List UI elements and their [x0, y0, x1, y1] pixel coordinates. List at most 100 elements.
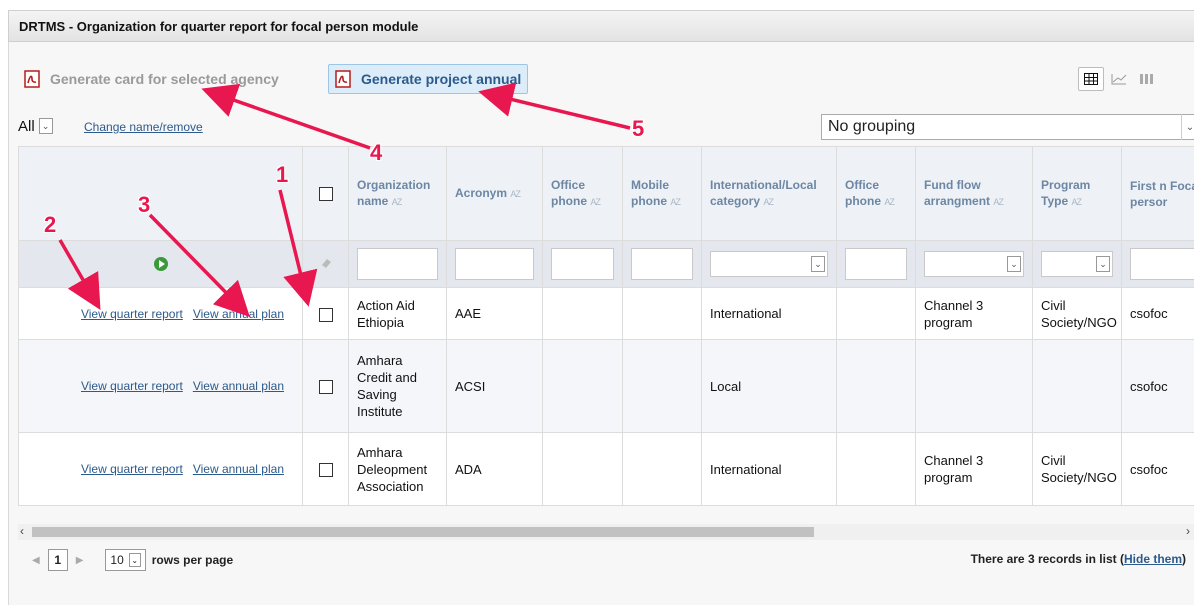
- row-checkbox[interactable]: [318, 463, 333, 478]
- filter-input[interactable]: [551, 248, 614, 280]
- view-quarter-report-link[interactable]: View quarter report: [81, 379, 183, 393]
- column-header[interactable]: Office phone AZ: [542, 146, 623, 241]
- cell-first-name: csofoc: [1121, 432, 1194, 506]
- view-annual-plan-link[interactable]: View annual plan: [193, 462, 284, 476]
- cell-office-phone: [836, 287, 916, 340]
- cell-mobile-phone: [622, 287, 702, 340]
- chevron-down-icon: ⌄: [1096, 256, 1110, 272]
- sort-icon: AZ: [884, 197, 894, 207]
- filter-input[interactable]: [631, 248, 693, 280]
- cell-acronym: AAE: [446, 287, 543, 340]
- view-select[interactable]: All ⌄: [18, 114, 53, 138]
- filter-bar: All ⌄ Change name/remove No grouping ⌄: [18, 114, 1194, 140]
- current-page-input[interactable]: 1: [47, 549, 68, 571]
- cell-acronym: ADA: [446, 432, 543, 506]
- view-quarter-report-link[interactable]: View quarter report: [81, 462, 183, 476]
- grouping-select[interactable]: No grouping ⌄: [821, 114, 1194, 140]
- cell-fund-flow: [915, 339, 1033, 433]
- filter-select[interactable]: ⌄: [1041, 251, 1113, 277]
- generate-card-button[interactable]: Generate card for selected agency: [18, 64, 285, 94]
- column-header[interactable]: Fund flow arrangment AZ: [915, 146, 1033, 241]
- apply-filter-icon[interactable]: [153, 257, 168, 272]
- cell-organization-name: Action Aid Ethiopia: [348, 287, 447, 340]
- horizontal-scrollbar[interactable]: ‹ ›: [18, 524, 1194, 540]
- columns-view-icon[interactable]: [1134, 67, 1160, 91]
- cell-mobile-phone: [622, 432, 702, 506]
- filter-input[interactable]: [1130, 248, 1194, 280]
- row-checkbox[interactable]: [318, 380, 333, 395]
- cell-fund-flow: Channel 3 program: [915, 432, 1033, 506]
- generate-project-annual-label: Generate project annual: [361, 71, 522, 87]
- rows-per-page-select[interactable]: 10 ⌄: [105, 549, 146, 571]
- pdf-icon: [24, 70, 40, 88]
- cell-office-phone: [542, 339, 623, 433]
- column-header[interactable]: First n Focal persor: [1121, 146, 1194, 241]
- view-annual-plan-link[interactable]: View annual plan: [193, 379, 284, 393]
- select-all-header: [302, 146, 349, 241]
- select-all-checkbox[interactable]: [318, 187, 333, 202]
- rows-per-page-label: rows per page: [151, 553, 234, 567]
- cell-program-type: Civil Society/NGO: [1032, 287, 1122, 340]
- column-header[interactable]: Organization name AZ: [348, 146, 447, 241]
- cell-office-phone: [836, 432, 916, 506]
- sort-icon: AZ: [993, 197, 1003, 207]
- records-count: There are 3 records in list (Hide them): [970, 552, 1186, 566]
- next-page-icon[interactable]: ▶: [76, 555, 84, 566]
- scroll-left-icon[interactable]: ‹: [20, 524, 24, 538]
- column-header[interactable]: Mobile phone AZ: [622, 146, 702, 241]
- view-quarter-report-link[interactable]: View quarter report: [81, 307, 183, 321]
- sort-icon: AZ: [590, 197, 600, 207]
- hide-records-link[interactable]: Hide them: [1124, 552, 1182, 566]
- table-row: View quarter report View annual plan Amha…: [18, 432, 1194, 506]
- data-grid: Organization name AZ Acronym AZ Office p…: [18, 146, 1194, 512]
- cell-office-phone: [836, 339, 916, 433]
- cell-program-type: Civil Society/NGO: [1032, 432, 1122, 506]
- filter-input[interactable]: [455, 248, 534, 280]
- filter-input[interactable]: [845, 248, 907, 280]
- view-annual-plan-link[interactable]: View annual plan: [193, 307, 284, 321]
- annotation-badge: 4: [370, 140, 383, 165]
- sort-icon: AZ: [670, 197, 680, 207]
- rows-per-page-value: 10: [110, 553, 124, 567]
- chart-view-icon[interactable]: [1106, 67, 1132, 91]
- scrollbar-thumb[interactable]: [32, 527, 814, 537]
- column-header[interactable]: Office phone AZ: [836, 146, 916, 241]
- chevron-down-icon: ⌄: [38, 118, 53, 134]
- column-header[interactable]: Acronym AZ: [446, 146, 543, 241]
- grid-view-icon[interactable]: [1078, 67, 1104, 91]
- previous-page-icon[interactable]: ◀: [32, 555, 40, 566]
- scroll-right-icon[interactable]: ›: [1186, 524, 1190, 538]
- change-name-link[interactable]: Change name/remove: [84, 120, 203, 134]
- sort-icon: AZ: [391, 197, 402, 207]
- chevron-down-icon: ⌄: [1007, 256, 1021, 272]
- cell-first-name: csofoc: [1121, 339, 1194, 433]
- filter-select[interactable]: ⌄: [710, 251, 828, 277]
- cell-office-phone: [542, 432, 623, 506]
- filter-input[interactable]: [357, 248, 438, 280]
- cell-category: Local: [701, 339, 837, 433]
- sort-icon: AZ: [510, 189, 520, 199]
- cell-organization-name: Amhara Credit and Saving Institute: [348, 339, 447, 433]
- eraser-icon[interactable]: [320, 258, 332, 272]
- cell-first-name: csofoc: [1121, 287, 1194, 340]
- filter-row: ⌄ ⌄ ⌄: [18, 240, 1194, 288]
- table-row: View quarter report View annual plan Amha…: [18, 339, 1194, 433]
- cell-mobile-phone: [622, 339, 702, 433]
- pdf-icon: [335, 70, 351, 88]
- toolbar: Generate card for selected agency Genera…: [10, 62, 1194, 98]
- chevron-down-icon: ⌄: [1181, 114, 1194, 140]
- cell-category: International: [701, 432, 837, 506]
- row-checkbox[interactable]: [318, 307, 333, 322]
- sort-icon: AZ: [1071, 197, 1081, 207]
- cell-fund-flow: Channel 3 program: [915, 287, 1033, 340]
- cell-category: International: [701, 287, 837, 340]
- annotation-badge: 2: [44, 212, 57, 237]
- column-header[interactable]: International/Local category AZ: [701, 146, 837, 241]
- cell-office-phone: [542, 287, 623, 340]
- sort-icon: AZ: [763, 197, 773, 207]
- generate-project-annual-button[interactable]: Generate project annual: [328, 64, 529, 94]
- filter-select[interactable]: ⌄: [924, 251, 1024, 277]
- view-select-value: All: [18, 117, 35, 135]
- chevron-down-icon: ⌄: [811, 256, 825, 272]
- column-header[interactable]: Program Type AZ: [1032, 146, 1122, 241]
